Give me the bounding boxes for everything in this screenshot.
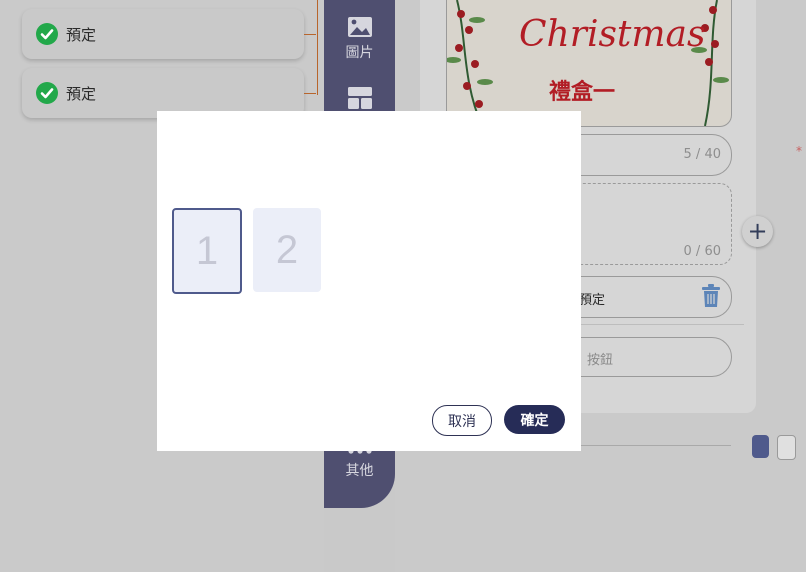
page-option-label: 1 [195,228,219,273]
trash-icon[interactable] [701,284,721,308]
list-item-label: 預定 [66,25,97,44]
confirm-button[interactable]: 確定 [504,405,565,434]
flow-connector-tick [304,93,316,94]
flow-connector [307,0,318,95]
page-option-label: 2 [275,227,299,272]
add-card-button[interactable]: + [742,216,773,247]
card-image[interactable]: Christmas 禮盒一 [446,0,732,127]
flow-connector-tick [304,34,316,35]
card-action-label: 預定 [579,293,606,308]
color-swatch-dark[interactable] [752,435,769,458]
tool-image-label: 圖片 [345,45,374,61]
card-button-placeholder: 按鈕 [587,353,614,368]
tool-other-label: 其他 [345,463,374,479]
card-image-title: Christmas [519,14,706,55]
layout-icon [347,87,372,109]
image-icon [347,17,372,37]
tool-image[interactable]: 圖片 [324,16,395,62]
tool-other[interactable]: 其他 [324,446,395,480]
check-circle-icon [36,23,58,45]
list-item[interactable]: 預定 [22,9,304,59]
page-option-1[interactable]: 1 [172,208,242,294]
color-swatch-light[interactable] [777,435,796,460]
card-description-counter: 0 / 60 [683,244,721,259]
check-circle-icon [36,82,58,104]
cancel-button[interactable]: 取消 [432,405,492,436]
page-option-2[interactable]: 2 [253,208,321,292]
page-select-dialog: 1 2 取消 確定 [157,111,581,451]
required-star-icon: * [796,144,802,158]
tool-layout[interactable] [324,86,395,114]
list-item-label: 預定 [66,84,97,103]
card-image-subtitle: 禮盒一 [549,80,616,105]
card-title-counter: 5 / 40 [683,147,721,162]
